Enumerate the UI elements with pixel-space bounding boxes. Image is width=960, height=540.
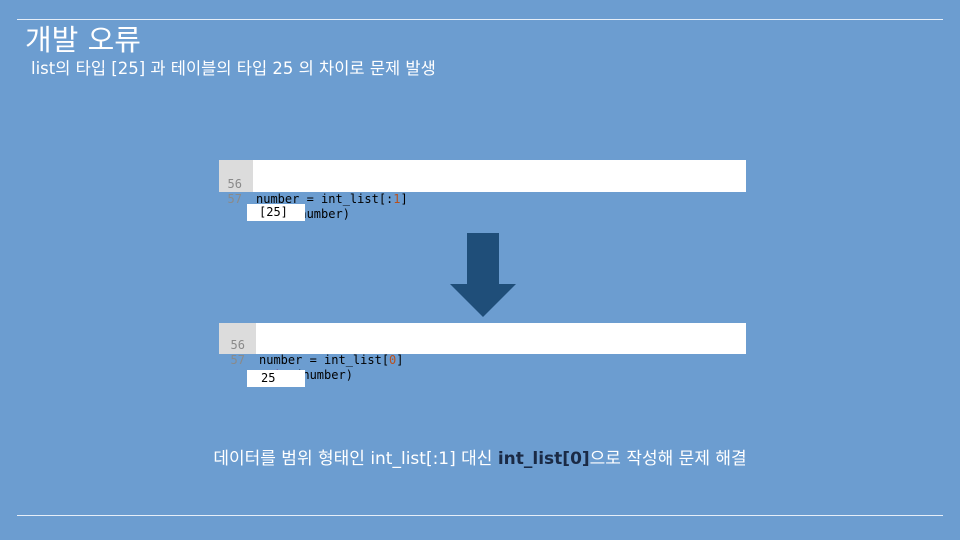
conclusion-text: 데이터를 범위 형태인 int_list[:1] 대신 int_list[0]으… [213,449,747,469]
slide-title: 개발 오류 [25,23,141,57]
output-before: [25] [247,204,305,221]
slide-subtitle: list의 타입 [25] 과 테이블의 타입 25 의 차이로 문제 발생 [31,59,436,78]
code-line: 57 print(number) [219,177,746,221]
top-divider [17,19,943,20]
line-number: 57 [230,353,245,367]
output-after: 25 [247,370,305,387]
line-number: 57 [227,192,242,206]
highlight-code: int_list[0] [497,449,590,469]
down-arrow-icon [450,233,516,317]
code-line: 56 number = int_list[:1] [219,162,746,206]
bottom-divider [17,515,943,516]
code-text: number = int_list[0] [259,353,404,367]
code-block-before: 56 number = int_list[:1] 57 print(number… [219,160,746,221]
code-block-after: 56 number = int_list[0] 57 print(number) [219,323,746,382]
code-line: 57 print(number) [219,338,746,382]
code-line: 56 number = int_list[0] [219,323,746,367]
